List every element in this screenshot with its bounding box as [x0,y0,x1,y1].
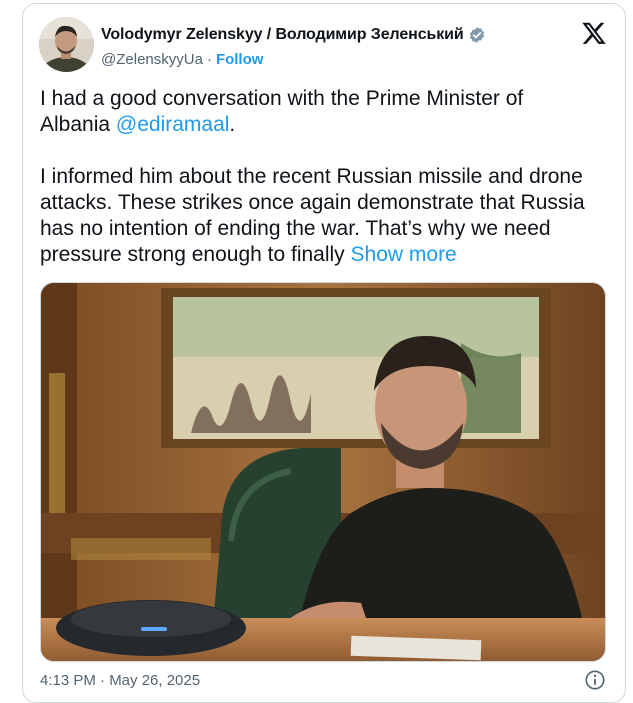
tweet-footer: 4:13 PM · May 26, 2025 [40,668,606,692]
tweet-text-part1: I had a good conversation with the Prime… [40,87,524,136]
info-icon[interactable] [584,669,606,691]
handle-row: @ZelenskyyUa · Follow [101,49,263,69]
follow-button[interactable]: Follow [216,51,264,68]
avatar-image [39,17,94,72]
tweet-photo[interactable] [40,282,606,662]
mention-link[interactable]: @ediramaal [116,113,230,136]
show-more-link[interactable]: Show more [351,243,457,266]
tweet-card[interactable]: Volodymyr Zelenskyy / Володимир Зеленськ… [22,3,626,703]
name-row: Volodymyr Zelenskyy / Володимир Зеленськ… [101,24,486,46]
tweet-header: Volodymyr Zelenskyy / Володимир Зеленськ… [23,4,625,84]
avatar[interactable] [39,17,94,72]
verified-badge-icon [468,26,486,44]
separator-dot: · [206,50,212,68]
display-name[interactable]: Volodymyr Zelenskyy / Володимир Зеленськ… [101,26,464,44]
tweet-text: I had a good conversation with the Prime… [40,86,615,268]
x-logo-icon[interactable] [581,20,607,46]
user-handle[interactable]: @ZelenskyyUa [101,51,203,68]
photo-image [41,283,605,661]
timestamp[interactable]: 4:13 PM · May 26, 2025 [40,672,200,689]
